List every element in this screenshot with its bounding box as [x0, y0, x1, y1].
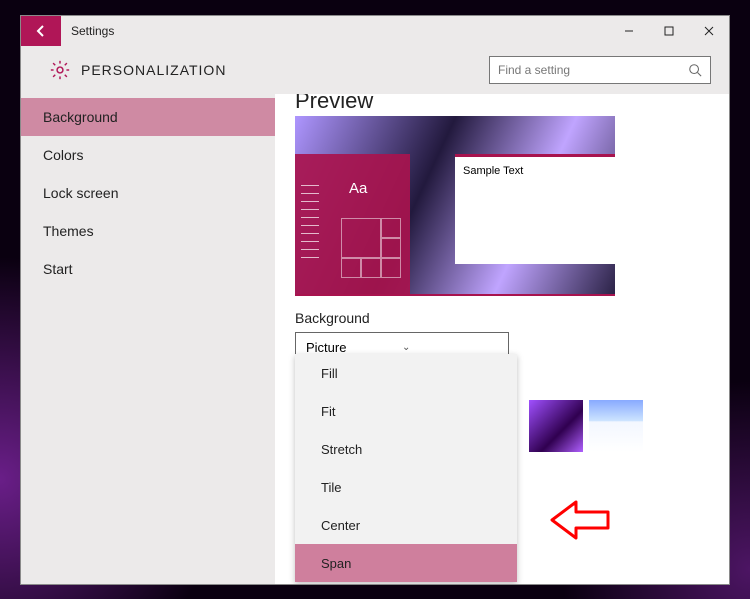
sidebar-item-label: Background	[43, 109, 118, 125]
annotation-arrow	[548, 500, 610, 545]
fit-option-label: Stretch	[321, 442, 362, 457]
fit-option-span[interactable]: Span	[295, 544, 517, 582]
minimize-button[interactable]	[609, 16, 649, 46]
header: PERSONALIZATION Find a setting	[21, 46, 729, 94]
preview-sample-window: Sample Text	[455, 154, 615, 264]
section-title: PERSONALIZATION	[81, 62, 226, 78]
fit-option-stretch[interactable]: Stretch	[295, 430, 517, 468]
content-pane: Preview Aa Sample Text Background	[275, 94, 729, 584]
preview-thumbnail: Aa Sample Text	[295, 116, 615, 296]
sidebar-item-label: Lock screen	[43, 185, 118, 201]
preview-start-overlay: Aa	[295, 154, 410, 294]
preview-heading: Preview	[295, 94, 709, 110]
background-label: Background	[295, 310, 709, 326]
fit-option-tile[interactable]: Tile	[295, 468, 517, 506]
arrow-left-icon	[548, 500, 610, 540]
arrow-left-icon	[33, 23, 49, 39]
fit-option-label: Center	[321, 518, 360, 533]
search-input[interactable]: Find a setting	[489, 56, 711, 84]
chevron-down-icon: ⌄	[402, 342, 498, 353]
fit-option-label: Tile	[321, 480, 341, 495]
sidebar-item-label: Start	[43, 261, 73, 277]
fit-option-fill[interactable]: Fill	[295, 354, 517, 392]
back-button[interactable]	[21, 16, 61, 46]
background-dropdown-value: Picture	[306, 340, 402, 355]
recent-thumbnails	[529, 400, 643, 452]
thumbnail-1[interactable]	[529, 400, 583, 452]
body: Background Colors Lock screen Themes Sta…	[21, 94, 729, 584]
search-icon	[688, 63, 702, 77]
minimize-icon	[624, 26, 634, 36]
maximize-icon	[664, 26, 674, 36]
app-title: Settings	[61, 16, 124, 46]
sidebar-item-label: Colors	[43, 147, 83, 163]
sidebar-item-label: Themes	[43, 223, 94, 239]
sidebar-item-background[interactable]: Background	[21, 98, 275, 136]
search-placeholder: Find a setting	[498, 63, 688, 77]
sidebar-item-themes[interactable]: Themes	[21, 212, 275, 250]
settings-window: Settings PERSONALIZATION Find a setting	[20, 15, 730, 585]
maximize-button[interactable]	[649, 16, 689, 46]
sidebar: Background Colors Lock screen Themes Sta…	[21, 94, 275, 584]
fit-dropdown-list: Fill Fit Stretch Tile Center Span	[295, 354, 517, 582]
sample-window-text: Sample Text	[463, 165, 523, 177]
thumbnail-2[interactable]	[589, 400, 643, 452]
fit-option-fit[interactable]: Fit	[295, 392, 517, 430]
fit-option-center[interactable]: Center	[295, 506, 517, 544]
fit-option-label: Span	[321, 556, 351, 571]
sidebar-item-lockscreen[interactable]: Lock screen	[21, 174, 275, 212]
titlebar: Settings	[21, 16, 729, 46]
fit-option-label: Fit	[321, 404, 335, 419]
close-button[interactable]	[689, 16, 729, 46]
close-icon	[704, 26, 714, 36]
sidebar-item-start[interactable]: Start	[21, 250, 275, 288]
sidebar-item-colors[interactable]: Colors	[21, 136, 275, 174]
fit-option-label: Fill	[321, 366, 338, 381]
gear-icon	[49, 59, 71, 81]
preview-font-sample: Aa	[349, 180, 367, 197]
